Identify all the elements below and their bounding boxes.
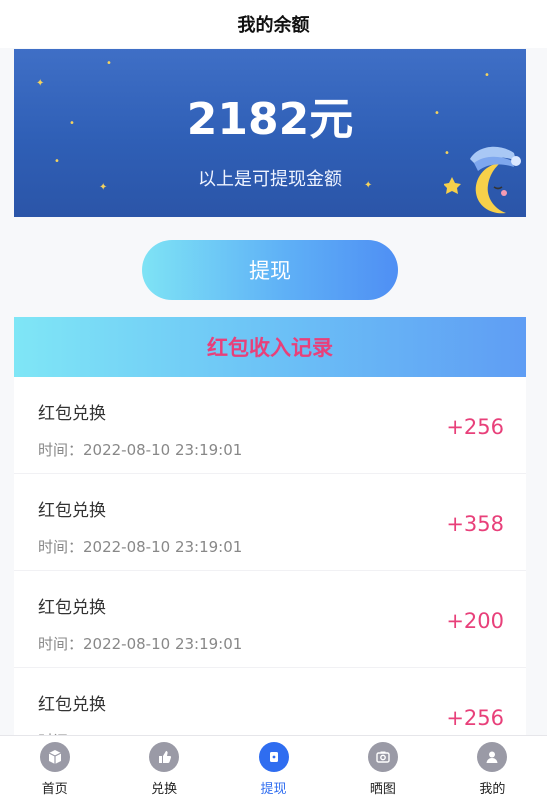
tab-profile[interactable]: 我的 — [438, 736, 547, 798]
page: 我的余额 ✦ • • ✦ • ✦ • • • 2182元 以上是可提现金额 提现… — [0, 0, 547, 798]
tab-exchange[interactable]: 兑换 — [109, 736, 218, 798]
record-amount: +256 — [446, 415, 504, 439]
record-title: 红包兑换 — [38, 404, 106, 424]
bottom-tab-bar: 首页 兑换 提现 晒图 我的 — [0, 735, 547, 798]
records-title: 红包收入记录 — [207, 336, 333, 360]
page-header: 我的余额 — [0, 0, 547, 48]
record-item[interactable]: 红包兑换 时间：2022-08-10 23:19:01 +256 — [14, 377, 526, 474]
exchange-icon — [149, 742, 180, 772]
camera-icon — [367, 742, 398, 772]
record-title: 红包兑换 — [38, 695, 106, 715]
record-title: 红包兑换 — [38, 598, 106, 618]
records-section-title: 红包收入记录 — [14, 317, 526, 377]
withdraw-button[interactable]: 提现 — [142, 240, 398, 300]
cube-icon — [39, 742, 70, 772]
star-decoration: • — [484, 70, 490, 81]
record-item[interactable]: 红包兑换 时间：2022-08-10 23:19:01 +200 — [14, 571, 526, 668]
record-time: 时间：2022-08-10 23:19:01 — [38, 441, 243, 459]
record-item[interactable]: 红包兑换 时间：2022-08-10 23:19:01 +358 — [14, 474, 526, 571]
record-amount: +256 — [446, 706, 504, 730]
page-title: 我的余额 — [237, 15, 310, 36]
record-time: 时间：2022-08-10 23:19:01 — [38, 635, 243, 653]
withdraw-button-label: 提现 — [249, 259, 291, 283]
tab-home[interactable]: 首页 — [0, 736, 109, 798]
tab-label: 提现 — [260, 782, 287, 797]
balance-banner: ✦ • • ✦ • ✦ • • • 2182元 以上是可提现金额 — [14, 49, 526, 217]
tab-label: 我的 — [479, 782, 506, 797]
record-time: 时间：2022-08-10 23:19:01 — [38, 538, 243, 556]
user-icon — [477, 742, 508, 772]
star-decoration: • — [106, 58, 112, 69]
tab-withdraw[interactable]: 提现 — [219, 736, 328, 798]
wallet-icon — [258, 742, 289, 772]
record-amount: +200 — [446, 609, 504, 633]
record-amount: +358 — [446, 512, 504, 536]
tab-label: 兑换 — [151, 782, 178, 797]
tab-label: 晒图 — [369, 782, 396, 797]
sleeping-moon-icon — [444, 146, 521, 214]
records-list: 红包兑换 时间：2022-08-10 23:19:01 +256 红包兑换 时间… — [14, 377, 526, 765]
tab-label: 首页 — [41, 782, 68, 797]
record-title: 红包兑换 — [38, 501, 106, 521]
tab-showcase[interactable]: 晒图 — [328, 736, 437, 798]
